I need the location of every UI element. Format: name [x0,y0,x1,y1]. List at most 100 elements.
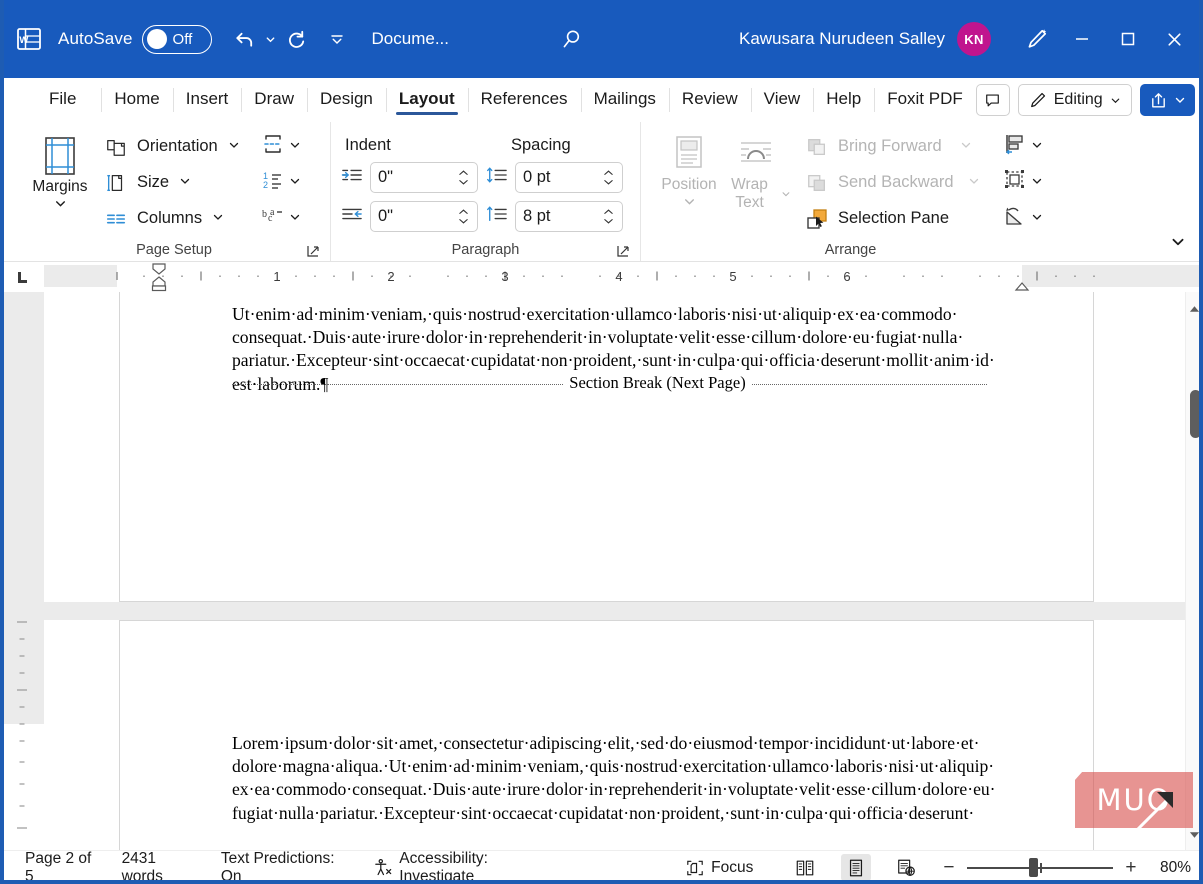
columns-button[interactable]: Columns [98,202,245,235]
zoom-level-label[interactable]: 80% [1149,859,1191,877]
zoom-slider-handle[interactable] [1029,858,1038,877]
indent-left-down-arrow[interactable] [458,178,469,186]
spacing-before-input[interactable]: 0 pt [515,162,623,193]
indent-left-stepper[interactable] [452,169,474,186]
word-count[interactable]: 2431 words [111,855,200,881]
minimize-icon[interactable] [1059,16,1105,62]
search-icon[interactable] [553,22,589,56]
send-backward-chevron-down-icon[interactable] [968,173,980,192]
zoom-out-button[interactable]: − [941,858,957,877]
position-button[interactable]: Position [657,130,721,213]
vertical-ruler[interactable] [0,292,44,850]
bring-forward-button[interactable]: Bring Forward [799,130,985,163]
line-numbers-chevron-down-icon[interactable] [289,174,301,192]
read-mode-button[interactable] [790,854,820,881]
spacing-before-stepper[interactable] [597,169,619,186]
group-objects-button[interactable] [999,166,1047,199]
send-backward-button[interactable]: Send Backward [799,166,985,199]
align-objects-icon [1003,133,1027,160]
orientation-button[interactable]: Orientation [98,130,245,163]
undo-icon[interactable] [228,22,262,56]
page-indicator[interactable]: Page 2 of 5 [14,855,103,881]
position-chevron-down-icon[interactable] [683,195,696,213]
tab-foxit-pdf[interactable]: Foxit PDF [874,78,976,122]
comment-icon[interactable] [976,84,1010,116]
maximize-icon[interactable] [1105,16,1151,62]
indent-right-down-arrow[interactable] [458,217,469,225]
page3-body-text[interactable]: Lorem·ipsum·dolor·sit·amet,·consectetur·… [232,732,987,825]
print-layout-button[interactable] [841,854,871,881]
margins-button[interactable]: Margins [28,132,92,215]
size-chevron-down-icon[interactable] [179,173,191,192]
right-indent-marker[interactable] [1009,262,1035,292]
margins-chevron-down-icon[interactable] [54,197,67,215]
tab-view[interactable]: View [751,78,814,122]
wrap-text-button[interactable]: Wrap Text [721,130,791,212]
align-objects-button[interactable] [999,130,1047,163]
text-predictions-status[interactable]: Text Predictions: On [210,855,348,881]
web-layout-button[interactable] [891,854,921,881]
autosave-toggle[interactable]: Off [142,25,212,54]
spacing-before-up-arrow[interactable] [603,169,614,177]
page-setup-dialog-launcher[interactable] [306,244,320,258]
document-canvas[interactable]: Ut·enim·ad·minim·veniam,·quis·nostrud·ex… [44,292,1203,850]
orientation-chevron-down-icon[interactable] [228,137,240,156]
indent-right-stepper[interactable] [452,208,474,225]
tab-review[interactable]: Review [669,78,751,122]
hyphenation-button[interactable]: b c a [257,202,305,235]
collapse-ribbon-icon[interactable] [1167,231,1189,253]
align-objects-chevron-down-icon[interactable] [1031,138,1043,156]
tab-mailings[interactable]: Mailings [581,78,669,122]
section-break-dots-left [232,384,328,385]
spacing-after-up-arrow[interactable] [603,208,614,216]
hyphenation-chevron-down-icon[interactable] [289,210,301,228]
rotate-objects-button[interactable] [999,202,1047,235]
group-objects-chevron-down-icon[interactable] [1031,174,1043,192]
undo-dropdown-chevron-icon[interactable] [262,24,280,54]
bring-forward-chevron-down-icon[interactable] [960,137,972,156]
accessibility-status[interactable]: Accessibility: Investigate [362,855,547,881]
spacing-after-stepper[interactable] [597,208,619,225]
selection-pane-label: Selection Pane [838,209,949,228]
customize-quick-access-icon[interactable] [328,24,346,54]
indent-left-input[interactable]: 0" [370,162,478,193]
tab-insert[interactable]: Insert [173,78,242,122]
tab-file[interactable]: File [36,78,89,122]
rotate-objects-chevron-down-icon[interactable] [1031,210,1043,228]
selection-pane-button[interactable]: Selection Pane [799,202,985,235]
indent-left-up-arrow[interactable] [458,169,469,177]
spacing-before-down-arrow[interactable] [603,178,614,186]
spacing-after-input[interactable]: 8 pt [515,201,623,232]
spacing-after-down-arrow[interactable] [603,217,614,225]
share-button[interactable] [1140,84,1195,116]
focus-mode-button[interactable]: Focus [675,855,764,881]
breaks-chevron-down-icon[interactable] [289,138,301,156]
tab-layout[interactable]: Layout [386,78,468,122]
send-backward-icon [804,172,830,194]
tab-home[interactable]: Home [101,78,172,122]
editing-mode-button[interactable]: Editing [1018,84,1132,116]
close-icon[interactable] [1151,16,1197,62]
tab-draw[interactable]: Draw [241,78,307,122]
tab-help[interactable]: Help [813,78,874,122]
zoom-slider[interactable] [967,859,1113,877]
left-tab-stop-icon[interactable] [0,262,44,292]
tab-references[interactable]: References [468,78,581,122]
user-account-name[interactable]: Kawusara Nurudeen Salley [739,29,945,49]
document-title[interactable]: Docume... [372,29,449,49]
vertical-ruler-ticks [0,292,44,852]
tab-design[interactable]: Design [307,78,386,122]
breaks-button[interactable] [257,130,305,163]
size-button[interactable]: Size [98,166,245,199]
indent-right-up-arrow[interactable] [458,208,469,216]
columns-chevron-down-icon[interactable] [212,209,224,228]
indent-right-input[interactable]: 0" [370,201,478,232]
ink-pen-icon[interactable] [1013,16,1059,62]
zoom-in-button[interactable]: + [1123,858,1139,877]
redo-icon[interactable] [280,22,314,56]
line-numbers-button[interactable]: 1 2 [257,166,305,199]
indent-markers[interactable] [148,262,182,292]
avatar[interactable]: KN [957,22,991,56]
paragraph-dialog-launcher[interactable] [616,244,630,258]
horizontal-ruler[interactable]: 1 2 3 4 5 6 [44,262,1203,292]
